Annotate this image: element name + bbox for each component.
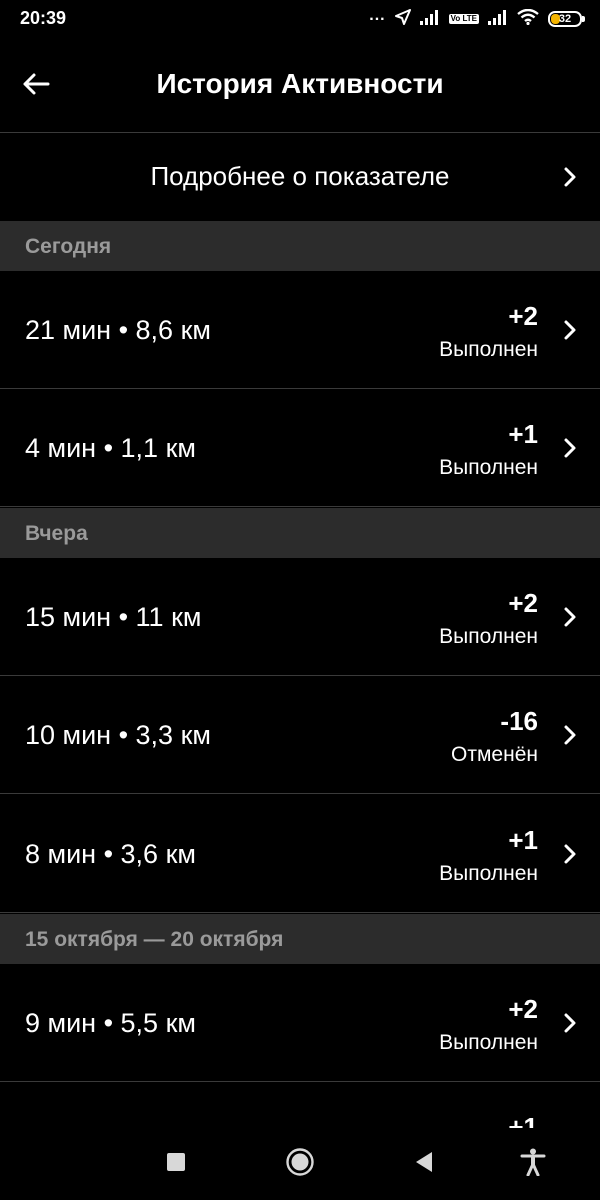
- accessibility-icon: [520, 1148, 546, 1181]
- activity-status: Выполнен: [439, 1031, 538, 1054]
- status-time: 20:39: [20, 8, 67, 28]
- accessibility-button[interactable]: [515, 1146, 551, 1182]
- chevron-right-icon: [562, 319, 578, 341]
- system-nav-bar: [0, 1128, 600, 1200]
- notification-dots: ...: [369, 7, 386, 24]
- home-button[interactable]: [282, 1146, 318, 1182]
- activity-status: Отменён: [451, 743, 538, 766]
- chevron-right-icon: [562, 843, 578, 865]
- status-icons: ... Vo LTE 32: [369, 7, 585, 30]
- volte-badge: Vo LTE: [448, 14, 479, 24]
- more-info-row[interactable]: Подробнее о показателе: [0, 133, 600, 221]
- activity-points: -16: [500, 706, 538, 736]
- activity-status: Выполнен: [439, 456, 538, 479]
- activity-row[interactable]: 9 мин • 5,5 км +2 Выполнен: [0, 964, 600, 1082]
- activity-points: +2: [508, 588, 538, 618]
- activity-status: Выполнен: [439, 862, 538, 885]
- battery-icon: 32: [548, 11, 585, 27]
- section-title: Вчера: [25, 522, 88, 545]
- chevron-right-icon: [562, 437, 578, 459]
- chevron-right-icon: [562, 1012, 578, 1034]
- battery-tip: [582, 16, 585, 22]
- section-header-yesterday: Вчера: [0, 508, 600, 558]
- more-info-label: Подробнее о показателе: [150, 161, 450, 191]
- chevron-right-icon: [562, 724, 578, 746]
- activity-row[interactable]: 21 мин • 8,6 км +2 Выполнен: [0, 271, 600, 389]
- activity-points: +2: [508, 301, 538, 331]
- activity-points: +1: [508, 419, 538, 449]
- recent-apps-button[interactable]: [158, 1146, 194, 1182]
- section-header-today: Сегодня: [0, 221, 600, 271]
- status-bar: 20:39 ... Vo LTE 32: [0, 0, 600, 40]
- back-nav-button[interactable]: [406, 1146, 442, 1182]
- signal-icon: [488, 9, 508, 30]
- activity-row[interactable]: 10 мин • 3,3 км -16 Отменён: [0, 676, 600, 794]
- activity-status: Выполнен: [439, 625, 538, 648]
- back-icon: [414, 1151, 434, 1178]
- app-header: История Активности: [0, 40, 600, 133]
- section-title: Сегодня: [25, 235, 112, 258]
- location-arrow-icon: [394, 8, 411, 30]
- page-title: История Активности: [156, 68, 444, 99]
- home-icon: [285, 1147, 315, 1182]
- activity-summary: 15 мин • 11 км: [25, 602, 202, 632]
- chevron-right-icon: [562, 166, 578, 188]
- wifi-icon: [517, 8, 539, 30]
- signal-icon: [419, 9, 440, 30]
- chevron-right-icon: [562, 606, 578, 628]
- activity-points: +2: [508, 994, 538, 1024]
- section-header-date-range: 15 октября — 20 октября: [0, 914, 600, 964]
- activity-summary: 9 мин • 5,5 км: [25, 1008, 196, 1038]
- activity-status: Выполнен: [439, 338, 538, 361]
- activity-points: +1: [508, 825, 538, 855]
- section-title: 15 октября — 20 октября: [25, 928, 284, 951]
- activity-row[interactable]: 4 мин • 1,1 км +1 Выполнен: [0, 389, 600, 507]
- battery-level: 32: [558, 13, 572, 25]
- activity-summary: 4 мин • 1,1 км: [25, 433, 196, 463]
- activity-summary: 10 мин • 3,3 км: [25, 720, 211, 750]
- activity-summary: 8 мин • 3,6 км: [25, 839, 196, 869]
- activity-row[interactable]: 8 мин • 3,6 км +1 Выполнен: [0, 795, 600, 913]
- recent-apps-icon: [167, 1152, 185, 1176]
- activity-summary: 21 мин • 8,6 км: [25, 315, 211, 345]
- activity-row[interactable]: 15 мин • 11 км +2 Выполнен: [0, 558, 600, 676]
